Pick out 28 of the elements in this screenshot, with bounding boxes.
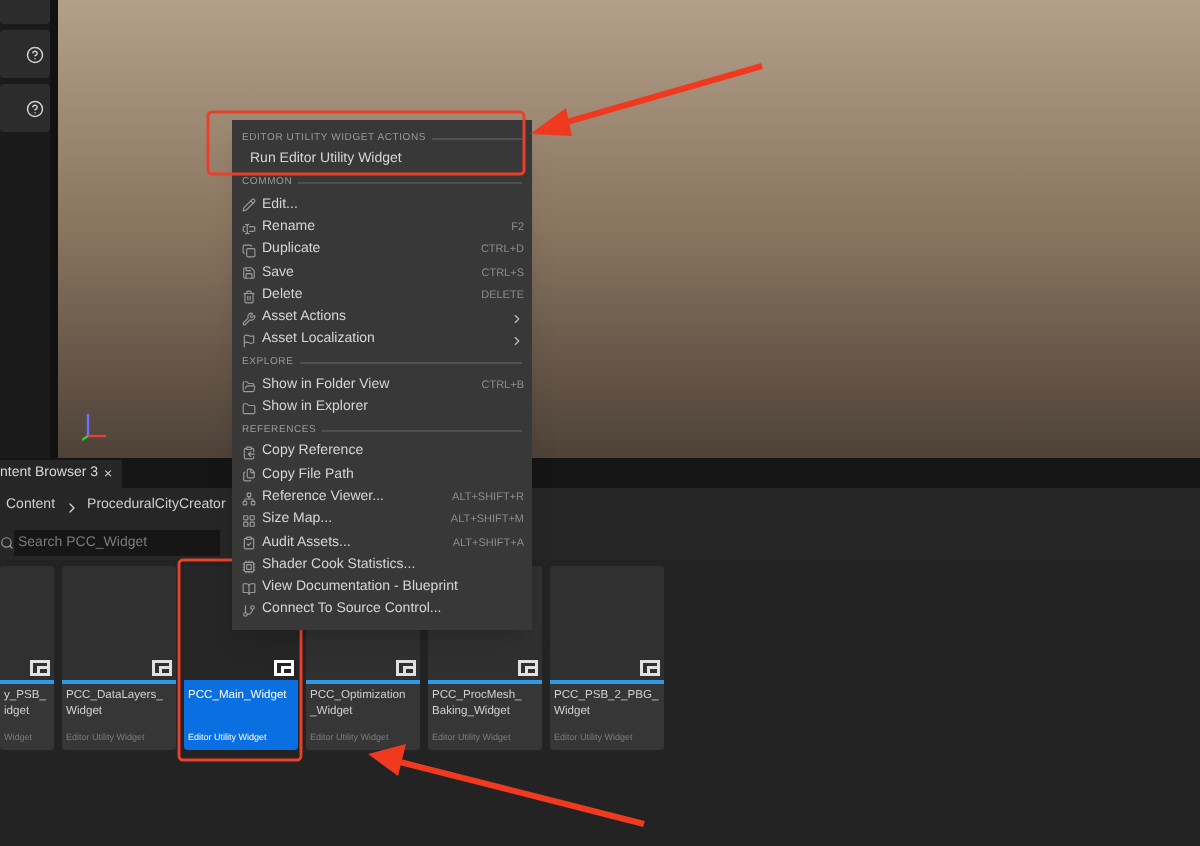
widget-icon [274,660,294,676]
folder-icon [241,401,255,416]
chip-icon [241,559,255,574]
copy-icon [241,244,255,259]
flag-icon [241,334,255,349]
folder-icon [241,379,255,394]
text-cursor-icon [241,221,255,236]
axis-gizmo-icon [82,410,110,442]
help-icon [26,45,44,63]
help-icon [26,99,44,117]
trash-icon [241,289,255,304]
wrench-icon [241,311,255,326]
widget-icon [640,660,660,676]
book-icon [241,581,255,596]
clipboard-icon [241,446,255,461]
widget-icon [152,660,172,676]
search-icon [0,536,14,550]
pencil-icon [241,198,255,213]
widget-icon [518,660,538,676]
help-button[interactable] [0,84,50,132]
clipboard-check-icon [241,536,255,551]
network-icon [241,491,255,506]
help-button[interactable] [0,30,50,78]
widget-icon [396,660,416,676]
widget-icon [30,660,50,676]
branch-icon [241,604,255,619]
grid-icon [241,514,255,528]
files-icon [241,468,255,483]
